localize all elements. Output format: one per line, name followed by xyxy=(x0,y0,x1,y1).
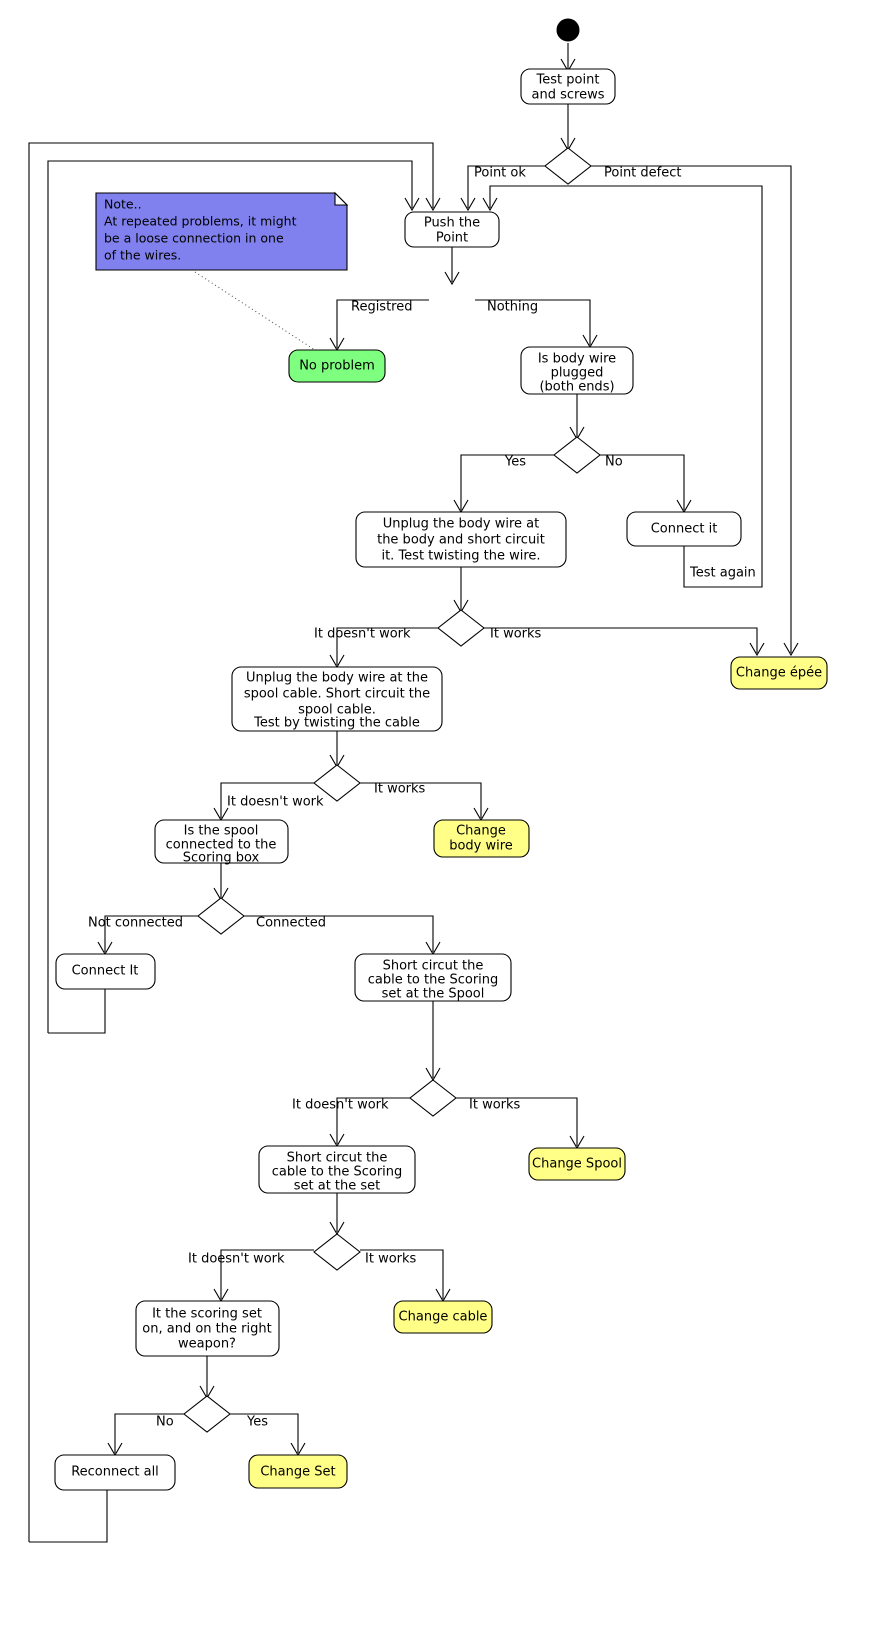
edge-label-doesnt-work-4: It doesn't work xyxy=(188,1252,285,1267)
node-change-body-wire[interactable]: Change body wire xyxy=(433,819,530,858)
edge-label-doesnt-work-3: It doesn't work xyxy=(292,1098,389,1113)
decision-scoring-set-on[interactable] xyxy=(183,1395,231,1433)
node-scoring-set-on[interactable]: It the scoring set on, and on the right … xyxy=(135,1300,280,1357)
node-short-circuit-spool-line-1: cable to the Scoring xyxy=(368,973,499,988)
node-connect-it-wire[interactable]: Connect it xyxy=(626,511,742,547)
node-unplug-body-line-2: it. Test twisting the wire. xyxy=(381,549,540,564)
note-line-3: of the wires. xyxy=(104,248,181,263)
node-layer: Test point and screws Push the Point Not… xyxy=(54,18,828,1491)
node-change-body-wire-line-1: body wire xyxy=(449,839,513,854)
node-is-body-wire-line-0: Is body wire xyxy=(538,352,616,367)
edge-label-point-defect: Point defect xyxy=(604,166,681,181)
decision-body-wire-works[interactable] xyxy=(437,609,485,647)
edge-label-yes-set: Yes xyxy=(246,1415,268,1430)
note-line-1: At repeated problems, it might xyxy=(104,214,297,229)
node-change-epee-label: Change épée xyxy=(736,666,822,681)
node-change-spool-label: Change Spool xyxy=(532,1157,622,1172)
node-change-spool[interactable]: Change Spool xyxy=(528,1147,626,1181)
edge-label-no-set: No xyxy=(156,1415,174,1430)
node-short-circuit-set-line-0: Short circut the xyxy=(287,1151,388,1166)
edge-label-doesnt-work-2: It doesn't work xyxy=(227,795,324,810)
node-test-point-line-0: Test point xyxy=(536,73,600,88)
edge-reconnect-all-return xyxy=(29,1490,108,1543)
note-box-fold-icon xyxy=(334,191,349,206)
node-test-point-line-1: and screws xyxy=(532,88,605,103)
node-is-body-wire-line-1: plugged xyxy=(551,366,604,381)
edge-label-works-3: It works xyxy=(469,1098,521,1113)
node-no-problem-label: No problem xyxy=(299,359,375,374)
start-node-icon xyxy=(556,18,580,42)
decision-spool-connected[interactable] xyxy=(197,897,245,935)
decision-body-wire-plugged[interactable] xyxy=(553,436,601,474)
edge-label-works-1: It works xyxy=(490,627,542,642)
node-connect-it-spool-label: Connect It xyxy=(72,964,139,979)
edge-label-registred: Registred xyxy=(351,300,413,315)
node-push-point-line-0: Push the xyxy=(424,216,480,231)
node-is-body-wire-line-2: (both ends) xyxy=(539,380,614,395)
node-reconnect-all-label: Reconnect all xyxy=(71,1465,159,1480)
edge-label-connected: Connected xyxy=(256,916,326,931)
node-no-problem[interactable]: No problem xyxy=(288,349,386,383)
node-push-point-line-1: Point xyxy=(436,231,468,246)
node-unplug-spool[interactable]: Unplug the body wire at the spool cable.… xyxy=(231,666,443,732)
node-connect-it-spool[interactable]: Connect It xyxy=(55,953,156,990)
node-test-point[interactable]: Test point and screws xyxy=(520,68,616,105)
edge-label-works-4: It works xyxy=(365,1252,417,1267)
edge-label-point-ok: Point ok xyxy=(474,166,526,181)
node-short-circuit-set-line-2: set at the set xyxy=(294,1179,381,1194)
node-short-circuit-spool-line-2: set at the Spool xyxy=(382,987,485,1002)
node-short-circuit-set-line-1: cable to the Scoring xyxy=(272,1165,403,1180)
node-change-set-label: Change Set xyxy=(260,1465,335,1480)
decision-spool-works[interactable] xyxy=(409,1079,457,1117)
node-scoring-set-on-line-0: It the scoring set xyxy=(152,1307,262,1322)
edge-label-no-wire: No xyxy=(605,455,623,470)
edge-label-yes-wire: Yes xyxy=(504,455,526,470)
edge-note-link xyxy=(194,271,319,353)
node-short-circuit-spool-line-0: Short circut the xyxy=(383,959,484,974)
node-unplug-body-line-0: Unplug the body wire at xyxy=(383,517,540,532)
edge-inner-return-loop xyxy=(47,160,413,1033)
node-change-body-wire-line-0: Change xyxy=(456,824,506,839)
node-short-circuit-set[interactable]: Short circut the cable to the Scoring se… xyxy=(258,1145,416,1194)
edge-label-not-connected: Not connected xyxy=(88,916,183,931)
node-push-point[interactable]: Push the Point xyxy=(404,211,500,248)
node-is-spool-connected-line-0: Is the spool xyxy=(184,824,259,839)
flowchart-svg: Test point and screws Push the Point Not… xyxy=(28,18,828,1543)
note-line-0: Note.. xyxy=(104,197,142,212)
edge-connect-it-spool-return xyxy=(48,989,106,1034)
flowchart-canvas: Test point and screws Push the Point Not… xyxy=(0,0,880,1630)
edge-label-works-2: It works xyxy=(374,782,426,797)
node-unplug-body[interactable]: Unplug the body wire at the body and sho… xyxy=(355,511,567,568)
edge-label-layer: Point ok Point defect Registred Nothing … xyxy=(88,166,756,1430)
node-scoring-set-on-line-2: weapon? xyxy=(178,1337,236,1352)
note-line-2: be a loose connection in one xyxy=(104,231,284,246)
edge-label-nothing: Nothing xyxy=(487,300,538,315)
node-scoring-set-on-line-1: on, and on the right xyxy=(142,1322,271,1337)
node-unplug-spool-line-0: Unplug the body wire at the xyxy=(246,671,428,686)
node-change-epee[interactable]: Change épée xyxy=(730,656,828,690)
node-is-spool-connected[interactable]: Is the spool connected to the Scoring bo… xyxy=(154,819,289,866)
node-change-cable[interactable]: Change cable xyxy=(393,1300,493,1334)
node-is-body-wire[interactable]: Is body wire plugged (both ends) xyxy=(520,346,634,395)
node-unplug-body-line-1: the body and short circuit xyxy=(377,533,545,548)
node-unplug-spool-line-3: Test by twisting the cable xyxy=(253,716,420,731)
decision-set-cable-works[interactable] xyxy=(313,1233,361,1271)
node-unplug-spool-line-1: spool cable. Short circuit the xyxy=(244,687,430,702)
node-is-spool-connected-line-2: Scoring box xyxy=(183,851,260,866)
edge-label-test-again: Test again xyxy=(689,566,756,581)
node-reconnect-all[interactable]: Reconnect all xyxy=(54,1454,176,1491)
node-connect-it-wire-label: Connect it xyxy=(651,522,718,537)
decision-point-quality[interactable] xyxy=(544,147,592,185)
node-change-cable-label: Change cable xyxy=(399,1310,488,1325)
node-change-set[interactable]: Change Set xyxy=(248,1454,348,1489)
edge-label-doesnt-work-1: It doesn't work xyxy=(314,627,411,642)
note-box: Note.. At repeated problems, it might be… xyxy=(95,191,349,271)
node-short-circuit-spool[interactable]: Short circut the cable to the Scoring se… xyxy=(354,953,512,1002)
